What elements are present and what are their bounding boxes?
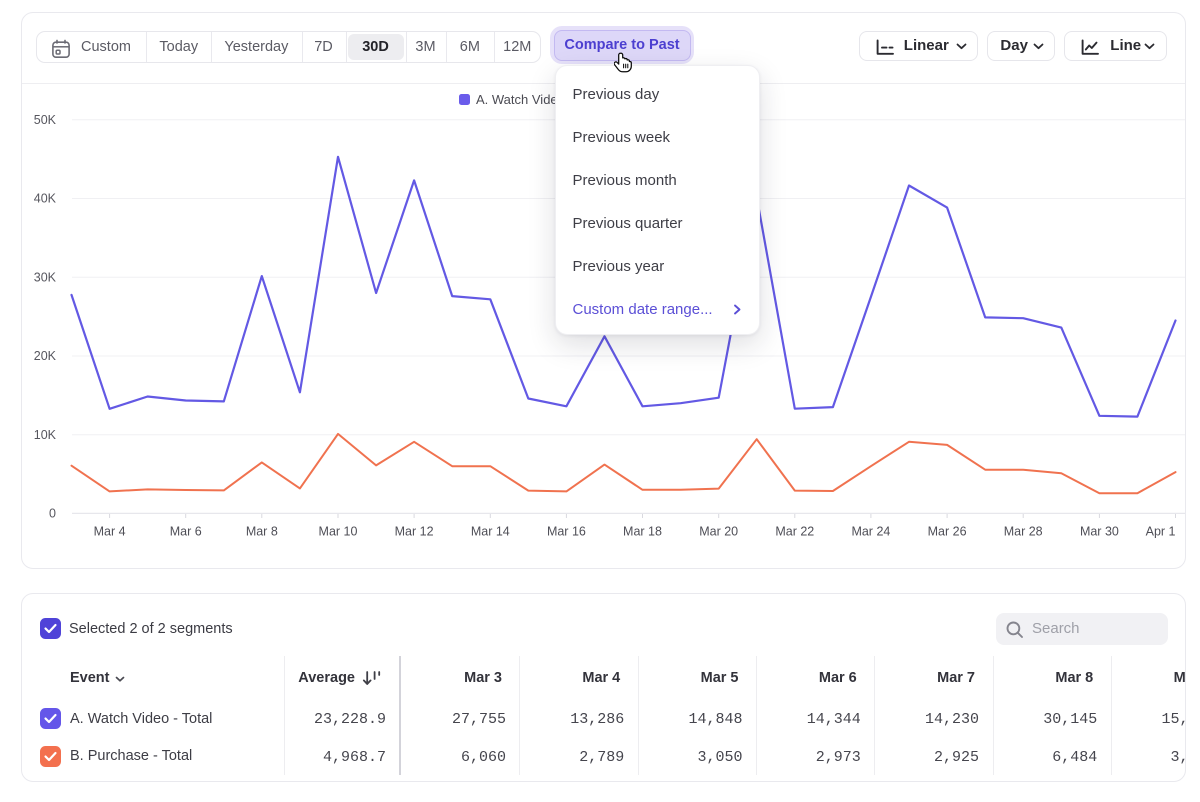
svg-text:Mar 16: Mar 16 xyxy=(547,525,586,539)
svg-text:0: 0 xyxy=(49,507,56,521)
svg-text:10K: 10K xyxy=(34,428,57,442)
svg-text:Mar 30: Mar 30 xyxy=(1080,525,1119,539)
svg-text:Apr 1: Apr 1 xyxy=(1146,525,1176,539)
svg-text:Mar 10: Mar 10 xyxy=(319,525,358,539)
svg-text:Mar 20: Mar 20 xyxy=(699,525,738,539)
svg-text:Mar 14: Mar 14 xyxy=(471,525,510,539)
svg-text:20K: 20K xyxy=(34,349,57,363)
svg-text:30K: 30K xyxy=(34,270,57,284)
svg-text:Mar 22: Mar 22 xyxy=(775,525,814,539)
svg-text:Mar 4: Mar 4 xyxy=(94,525,126,539)
svg-text:40K: 40K xyxy=(34,192,57,206)
svg-text:Mar 28: Mar 28 xyxy=(1004,525,1043,539)
svg-text:Mar 26: Mar 26 xyxy=(928,525,967,539)
svg-text:Mar 12: Mar 12 xyxy=(395,525,434,539)
svg-text:Mar 6: Mar 6 xyxy=(170,525,202,539)
svg-text:50K: 50K xyxy=(34,113,57,127)
svg-text:Mar 24: Mar 24 xyxy=(851,525,890,539)
svg-text:Mar 8: Mar 8 xyxy=(246,525,278,539)
svg-text:Mar 18: Mar 18 xyxy=(623,525,662,539)
